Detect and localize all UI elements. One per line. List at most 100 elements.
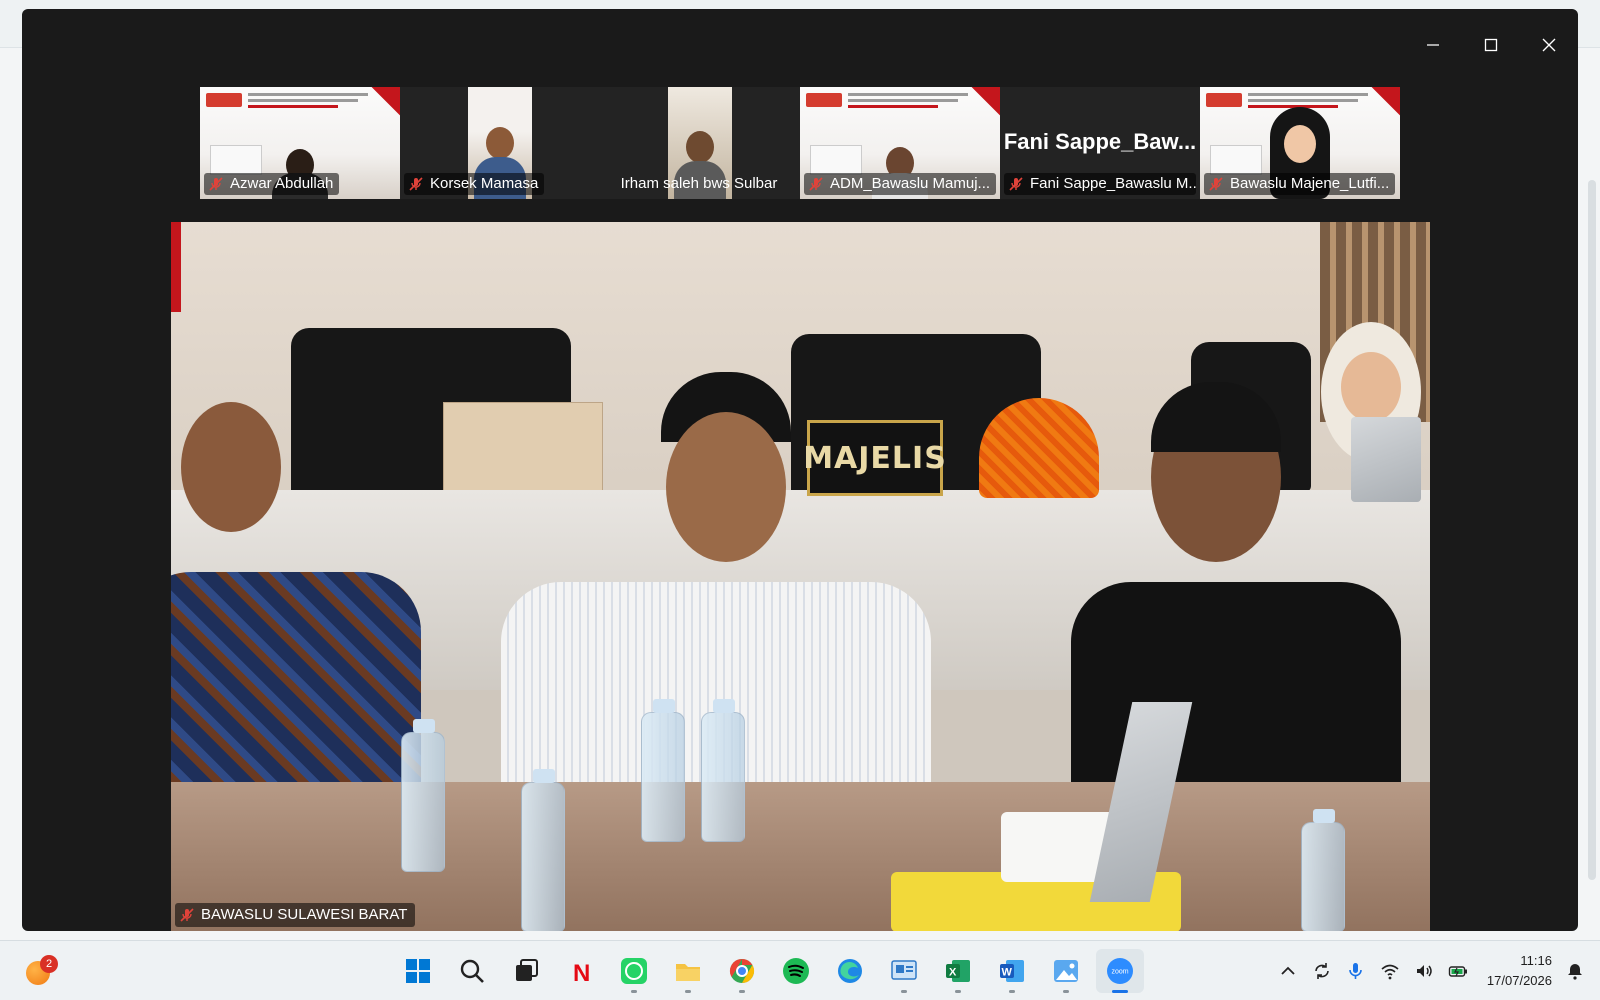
spotify-icon bbox=[783, 958, 809, 984]
photos-app[interactable] bbox=[1042, 949, 1090, 993]
netflix-app[interactable]: N bbox=[556, 949, 604, 993]
mic-muted-icon bbox=[180, 908, 194, 922]
search-button[interactable] bbox=[448, 949, 496, 993]
chrome-icon bbox=[729, 959, 755, 983]
running-indicator bbox=[631, 990, 637, 993]
speaker-name: BAWASLU SULAWESI BARAT bbox=[201, 906, 408, 923]
clock-time: 11:16 bbox=[1520, 953, 1552, 968]
netflix-letter: N bbox=[573, 960, 590, 986]
water-bottle bbox=[641, 699, 685, 842]
volume-control[interactable] bbox=[1413, 960, 1435, 982]
spotify-app[interactable] bbox=[772, 949, 820, 993]
participant-name-label: Korsek Mamasa bbox=[404, 173, 545, 195]
participant-tile[interactable]: Azwar Abdullah bbox=[200, 87, 400, 199]
participant-name: Fani Sappe_Bawaslu M... bbox=[1030, 175, 1196, 192]
mic-muted-icon bbox=[1009, 177, 1023, 191]
participant-tile[interactable]: Bawaslu Majene_Lutfi... bbox=[1200, 87, 1400, 199]
participant-name: Azwar Abdullah bbox=[230, 175, 334, 192]
whatsapp-app[interactable] bbox=[610, 949, 658, 993]
minimize-icon bbox=[1427, 44, 1439, 46]
participant-tile[interactable]: Fani Sappe_Baw... Fani Sappe_Bawaslu M..… bbox=[1000, 87, 1200, 199]
excel-letter: X bbox=[949, 967, 957, 979]
participant-gallery: Azwar Abdullah Korsek Mamasa Irham saleh… bbox=[200, 87, 1400, 199]
netflix-icon: N bbox=[573, 960, 590, 986]
laptop bbox=[1351, 417, 1421, 502]
folder-icon bbox=[676, 964, 700, 981]
participant-name: Irham saleh bws Sulbar bbox=[620, 175, 778, 192]
chevron-up-icon bbox=[1281, 966, 1295, 975]
photos-icon bbox=[1054, 960, 1078, 982]
background-scrollbar[interactable] bbox=[1588, 180, 1596, 880]
water-bottle bbox=[1301, 809, 1345, 931]
show-hidden-icons-button[interactable] bbox=[1277, 960, 1299, 982]
running-indicator bbox=[1063, 990, 1069, 993]
running-indicator bbox=[955, 990, 961, 993]
zoom-icon: zoom bbox=[1107, 958, 1133, 984]
running-indicator bbox=[1009, 990, 1015, 993]
participant-tile[interactable]: Korsek Mamasa bbox=[400, 87, 600, 199]
control-panel-icon bbox=[891, 960, 917, 980]
system-tray: 11:16 17/07/2026 bbox=[1277, 941, 1586, 1000]
participant-name-label: ADM_Bawaslu Mamuj... bbox=[804, 173, 996, 195]
participant-name: Bawaslu Majene_Lutfi... bbox=[1230, 175, 1390, 192]
battery-status[interactable] bbox=[1447, 960, 1469, 982]
word-icon: W bbox=[1000, 960, 1024, 982]
participant-name-label: Azwar Abdullah bbox=[204, 173, 340, 195]
participant-tile[interactable]: ADM_Bawaslu Mamuj... bbox=[800, 87, 1000, 199]
zoom-wordmark: zoom bbox=[1111, 969, 1128, 976]
battery-charging-icon bbox=[1448, 966, 1467, 977]
minimize-button[interactable] bbox=[1404, 9, 1462, 81]
search-icon bbox=[460, 959, 484, 983]
flag-strip bbox=[171, 222, 181, 312]
whatsapp-icon bbox=[621, 958, 647, 984]
mic-muted-icon bbox=[809, 177, 823, 191]
active-speaker-video[interactable]: MAJELIS BAWASLU SULAWESI BARAT bbox=[171, 222, 1430, 931]
bell-snooze-icon bbox=[1568, 964, 1582, 980]
wifi-icon bbox=[1381, 964, 1399, 980]
running-indicator bbox=[739, 990, 745, 993]
water-bottle bbox=[521, 769, 565, 931]
zoom-app[interactable]: zoom bbox=[1096, 949, 1144, 993]
running-indicator bbox=[1112, 990, 1128, 993]
excel-app[interactable]: X bbox=[934, 949, 982, 993]
maximize-button[interactable] bbox=[1462, 9, 1520, 81]
participant-name-label: Irham saleh bws Sulbar bbox=[617, 173, 784, 195]
word-letter: W bbox=[1002, 967, 1013, 979]
task-view-icon bbox=[516, 959, 538, 981]
file-explorer-app[interactable] bbox=[664, 949, 712, 993]
sync-status[interactable] bbox=[1311, 960, 1333, 982]
mic-muted-icon bbox=[209, 177, 223, 191]
participant-tile[interactable]: Irham saleh bws Sulbar bbox=[600, 87, 800, 199]
windows-icon bbox=[406, 959, 430, 983]
taskbar: 2 N X W zoom 11:16 17/07/2026 bbox=[0, 940, 1600, 1000]
word-app[interactable]: W bbox=[988, 949, 1036, 993]
participant-name: Korsek Mamasa bbox=[430, 175, 539, 192]
clock-date: 17/07/2026 bbox=[1486, 973, 1552, 988]
clock[interactable]: 11:16 17/07/2026 bbox=[1487, 951, 1552, 991]
participant-name-label: Bawaslu Majene_Lutfi... bbox=[1204, 173, 1396, 195]
microphone-icon bbox=[1349, 963, 1362, 979]
running-indicator bbox=[685, 990, 691, 993]
notifications-button[interactable] bbox=[1564, 960, 1586, 982]
task-view-button[interactable] bbox=[502, 949, 550, 993]
excel-icon: X bbox=[946, 960, 970, 982]
weather-widget[interactable]: 2 bbox=[24, 955, 58, 987]
chrome-app[interactable] bbox=[718, 949, 766, 993]
water-bottle bbox=[701, 699, 745, 842]
close-button[interactable] bbox=[1520, 9, 1578, 81]
participant-name: ADM_Bawaslu Mamuj... bbox=[830, 175, 991, 192]
zoom-meeting-window: Azwar Abdullah Korsek Mamasa Irham saleh… bbox=[22, 9, 1578, 931]
microphone-status[interactable] bbox=[1345, 960, 1367, 982]
participant-display-name: Fani Sappe_Baw... bbox=[1003, 129, 1197, 154]
running-indicator bbox=[901, 990, 907, 993]
mic-muted-icon bbox=[409, 177, 423, 191]
notification-badge: 2 bbox=[40, 955, 58, 973]
edge-icon bbox=[838, 959, 862, 983]
control-panel-app[interactable] bbox=[880, 949, 928, 993]
start-button[interactable] bbox=[394, 949, 442, 993]
mic-muted-icon bbox=[1209, 177, 1223, 191]
maximize-icon bbox=[1484, 38, 1498, 52]
edge-app[interactable] bbox=[826, 949, 874, 993]
participant-name-label: Fani Sappe_Bawaslu M... bbox=[1004, 173, 1196, 195]
wifi-status[interactable] bbox=[1379, 960, 1401, 982]
